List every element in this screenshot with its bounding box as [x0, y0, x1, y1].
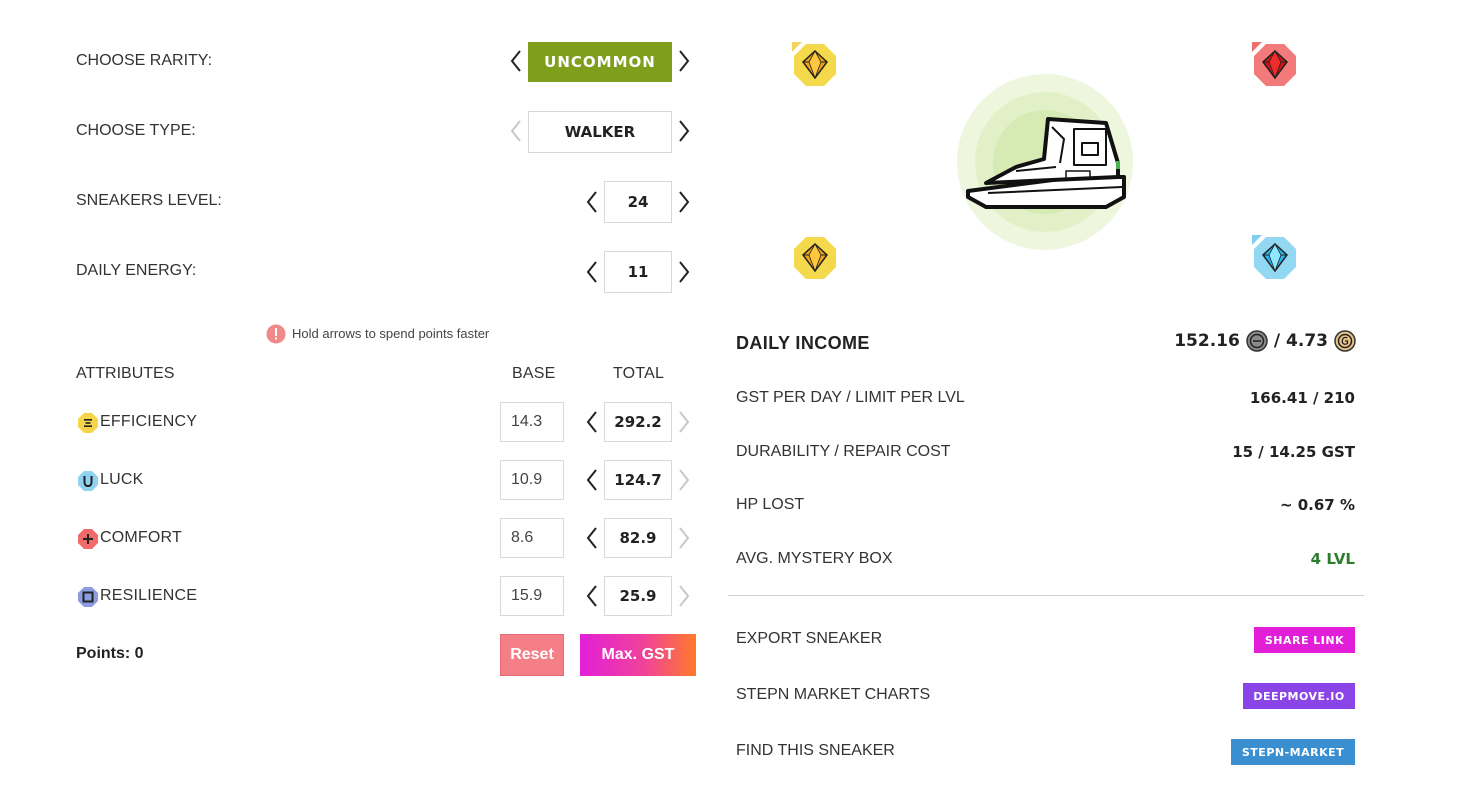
level-prev-button[interactable]	[583, 188, 601, 216]
efficiency-increase-button[interactable]	[675, 408, 693, 436]
total-header: TOTAL	[613, 365, 665, 382]
luck-base: 10.9	[500, 460, 564, 500]
divider	[728, 595, 1364, 596]
deepmove-button[interactable]: DEEPMOVE.IO	[1243, 683, 1355, 709]
comfort-decrease-button[interactable]	[583, 524, 601, 552]
rarity-value: UNCOMMON	[528, 42, 672, 82]
energy-next-button[interactable]	[675, 258, 693, 286]
resilience-increase-button[interactable]	[675, 582, 693, 610]
resilience-decrease-button[interactable]	[583, 582, 601, 610]
mystery-box-value: 4 LVL	[1310, 550, 1355, 568]
points-label: Points:	[76, 645, 131, 662]
rarity-next-button[interactable]	[675, 47, 693, 75]
hint-text: Hold arrows to spend points faster	[292, 326, 490, 341]
hp-lost-label: HP LOST	[736, 496, 805, 513]
max-gst-button[interactable]: Max. GST	[580, 634, 696, 676]
resilience-label: RESILIENCE	[100, 587, 198, 604]
gmt-income-value: 4.73	[1286, 331, 1328, 351]
comfort-total: 82.9	[604, 518, 672, 558]
sneaker-image	[956, 73, 1134, 251]
luck-total: 124.7	[604, 460, 672, 500]
energy-value[interactable]: 11	[604, 251, 672, 293]
income-separator: /	[1273, 331, 1281, 351]
yellow-gem-socket-top-left[interactable]	[792, 42, 838, 88]
find-sneaker-label: FIND THIS SNEAKER	[736, 742, 895, 759]
base-header: BASE	[512, 365, 556, 382]
luck-icon	[78, 471, 98, 491]
warning-icon	[266, 324, 286, 344]
hp-lost-value: ~ 0.67 %	[1279, 496, 1355, 514]
stepn-market-button[interactable]: STEPN-MARKET	[1231, 739, 1355, 765]
comfort-label: COMFORT	[100, 529, 182, 546]
rarity-label: CHOOSE RARITY:	[76, 52, 213, 69]
gst-per-day-label: GST PER DAY / LIMIT PER LVL	[736, 389, 965, 406]
level-value[interactable]: 24	[604, 181, 672, 223]
attributes-header: ATTRIBUTES	[76, 365, 175, 382]
resilience-base: 15.9	[500, 576, 564, 616]
level-label: SNEAKERS LEVEL:	[76, 192, 222, 209]
points-display: Points: 0	[76, 645, 144, 663]
mystery-box-label: AVG. MYSTERY BOX	[736, 550, 893, 567]
points-value: 0	[134, 645, 144, 662]
resilience-icon	[78, 587, 98, 607]
energy-prev-button[interactable]	[583, 258, 601, 286]
efficiency-label: EFFICIENCY	[100, 413, 198, 430]
daily-income-values: 152.16 / 4.73	[1174, 330, 1356, 352]
type-next-button[interactable]	[675, 117, 693, 145]
luck-label: LUCK	[100, 471, 144, 488]
efficiency-total: 292.2	[604, 402, 672, 442]
comfort-icon	[78, 529, 98, 549]
efficiency-decrease-button[interactable]	[583, 408, 601, 436]
comfort-base: 8.6	[500, 518, 564, 558]
comfort-increase-button[interactable]	[675, 524, 693, 552]
rarity-prev-button[interactable]	[507, 47, 525, 75]
durability-label: DURABILITY / REPAIR COST	[736, 443, 951, 460]
luck-decrease-button[interactable]	[583, 466, 601, 494]
type-value: WALKER	[528, 111, 672, 153]
daily-income-title: DAILY INCOME	[736, 333, 870, 353]
type-label: CHOOSE TYPE:	[76, 122, 196, 139]
export-sneaker-label: EXPORT SNEAKER	[736, 630, 883, 647]
reset-button[interactable]: Reset	[500, 634, 564, 676]
efficiency-icon	[78, 413, 98, 433]
gmt-token-icon	[1334, 330, 1356, 352]
share-link-button[interactable]: SHARE LINK	[1254, 627, 1355, 653]
luck-increase-button[interactable]	[675, 466, 693, 494]
durability-value: 15 / 14.25 GST	[1232, 443, 1355, 461]
market-charts-label: STEPN MARKET CHARTS	[736, 686, 931, 703]
energy-label: DAILY ENERGY:	[76, 262, 197, 279]
gst-token-icon	[1246, 330, 1268, 352]
yellow-gem-socket-bottom-left[interactable]	[792, 235, 838, 281]
gst-per-day-value: 166.41 / 210	[1249, 389, 1355, 407]
gst-income-value: 152.16	[1174, 331, 1240, 351]
red-gem-socket-top-right[interactable]	[1252, 42, 1298, 88]
resilience-total: 25.9	[604, 576, 672, 616]
type-prev-button[interactable]	[507, 117, 525, 145]
level-next-button[interactable]	[675, 188, 693, 216]
blue-gem-socket-bottom-right[interactable]	[1252, 235, 1298, 281]
efficiency-base: 14.3	[500, 402, 564, 442]
